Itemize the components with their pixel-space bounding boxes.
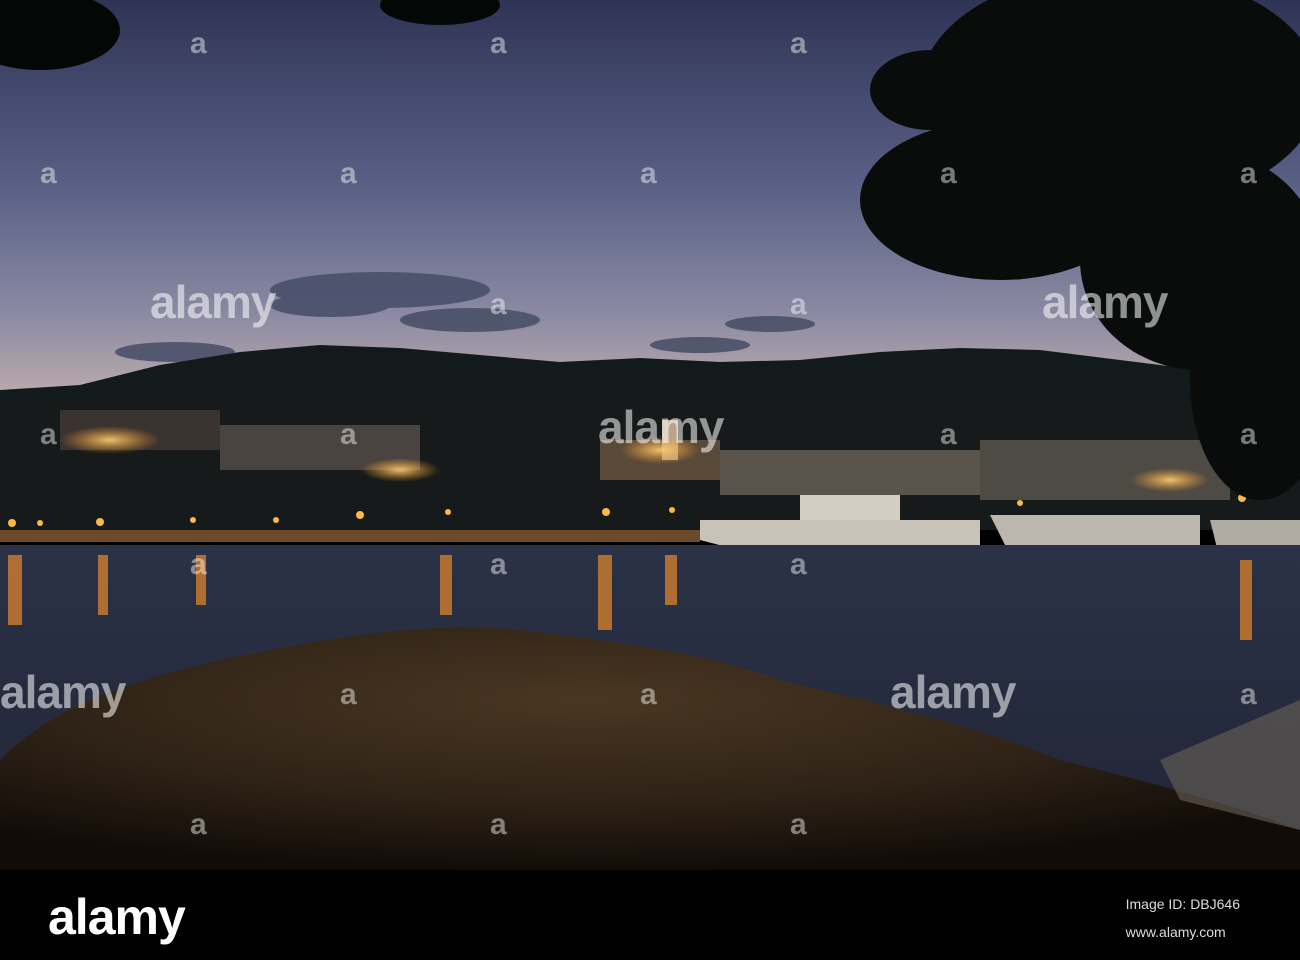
watermark-mark: a [490,548,507,581]
watermark: alamy [890,666,1016,718]
watermark-mark: a [940,418,957,451]
watermark-mark: a [340,157,357,190]
watermark-mark: a [40,418,57,451]
watermark-mark: a [640,157,657,190]
watermark-mark: a [790,808,807,841]
watermark-mark: a [640,678,657,711]
watermark-mark: a [490,808,507,841]
footer-meta: Image ID: DBJ646 www.alamy.com [1126,890,1240,946]
watermark-mark: a [490,27,507,60]
watermark: alamy [150,276,276,328]
site-url: www.alamy.com [1125,924,1226,940]
watermark-mark: a [1240,418,1257,451]
watermark-mark: a [190,808,207,841]
image-id: Image ID: DBJ646 [1125,896,1240,912]
watermark: alamy [0,666,126,718]
watermark: alamy [598,401,724,453]
photo: alamy alamy alamy alamy alamy a a a a a … [0,0,1300,870]
watermark-mark: a [940,157,957,190]
watermark-mark: a [340,678,357,711]
watermark-mark: a [340,418,357,451]
quay [0,530,700,542]
watermark-mark: a [790,27,807,60]
watermark-mark: a [190,548,207,581]
watermark-mark: a [790,548,807,581]
watermark-mark: a [1240,157,1257,190]
footer-bar: alamy Image ID: DBJ646 www.alamy.com [0,870,1300,960]
watermark: alamy [1042,276,1168,328]
alamy-logo: alamy [48,889,186,945]
watermark-mark: a [190,27,207,60]
watermark-mark: a [790,288,807,321]
watermark-mark: a [40,157,57,190]
watermark-mark: a [1240,678,1257,711]
watermark-mark: a [490,288,507,321]
